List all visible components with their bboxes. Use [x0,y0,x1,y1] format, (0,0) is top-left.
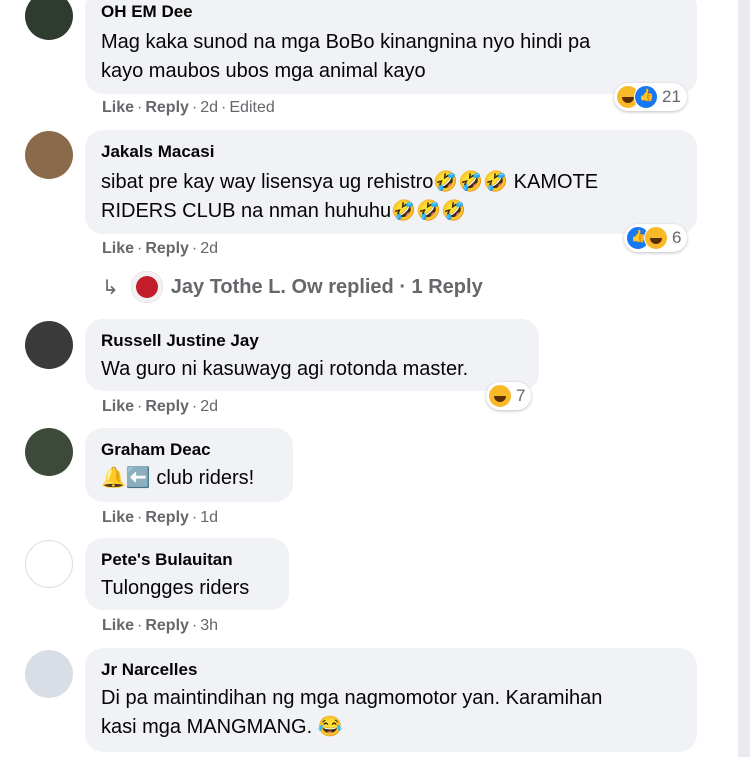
comment-actions: Like · Reply · 3h [102,617,219,634]
timestamp[interactable]: 1d [200,509,218,526]
avatar[interactable] [25,428,73,476]
avatar[interactable] [25,321,73,369]
reply-arrow-icon: ↳ [102,276,119,299]
avatar[interactable] [25,0,73,40]
timestamp[interactable]: 2d [200,398,218,415]
reply-link[interactable]: Reply [145,99,189,116]
avatar[interactable] [25,650,73,698]
like-link[interactable]: Like [102,99,134,116]
reaction-summary[interactable]: 7 [486,382,532,410]
comment-bubble: Pete's Bulauitan Tulongges riders [85,538,289,610]
reply-link[interactable]: Reply [145,240,189,257]
comment-actions: Like · Reply · 2d · Edited [102,99,275,116]
comment-text-line: RIDERS CLUB na nman huhuhu🤣🤣🤣 [101,200,466,222]
haha-icon [644,226,668,250]
commenter-name[interactable]: Jr Narcelles [101,660,681,680]
comment-actions: Like · Reply · 2d [102,398,219,415]
timestamp[interactable]: 2d [200,240,218,257]
comment-bubble: OH EM Dee Mag kaka sunod na mga BoBo kin… [85,0,697,94]
like-link[interactable]: Like [102,617,134,634]
reaction-count: 7 [516,386,526,405]
reply-link[interactable]: Reply [145,617,189,634]
reply-link[interactable]: Reply [145,398,189,415]
like-link[interactable]: Like [102,509,134,526]
replier-avatar [130,271,163,303]
scrollbar-track[interactable] [738,0,750,757]
like-icon [634,85,658,109]
comment-actions: Like · Reply · 1d [102,509,219,526]
view-replies-link[interactable]: ↳ Jay Tothe L. Ow replied · 1 Reply [102,271,483,303]
commenter-name[interactable]: Russell Justine Jay [101,331,523,351]
comment-text-line: Di pa maintindihan ng mga nagmomotor yan… [101,687,603,709]
comment-actions: Like · Reply · 2d [102,240,219,257]
edited-label: Edited [229,99,275,116]
commenter-name[interactable]: Jakals Macasi [101,142,681,162]
avatar[interactable] [25,131,73,179]
comment-bubble: Jakals Macasi sibat pre kay way lisensya… [85,130,697,234]
commenter-name[interactable]: OH EM Dee [101,2,681,22]
like-link[interactable]: Like [102,398,134,415]
comment-text-line: sibat pre kay way lisensya ug rehistro🤣🤣… [101,171,599,193]
comment-text-line: Mag kaka sunod na mga BoBo kinangnina ny… [101,31,591,53]
comment-text-line: Tulongges riders [101,577,250,599]
comment-text-line: kayo maubos ubos mga animal kayo [101,60,426,82]
commenter-name[interactable]: Graham Deac [101,440,277,460]
comment-text-line: 🔔⬅️ club riders! [101,467,255,489]
reaction-count: 6 [672,228,682,247]
reply-summary-text[interactable]: Jay Tothe L. Ow replied · 1 Reply [171,276,483,299]
timestamp[interactable]: 2d [200,99,218,116]
reaction-summary[interactable]: 21 [614,83,687,111]
comment-text-line: kasi mga MANGMANG. 😂 [101,716,343,738]
reaction-summary[interactable]: 6 [624,224,688,252]
commenter-name[interactable]: Pete's Bulauitan [101,550,273,570]
comment-bubble: Jr Narcelles Di pa maintindihan ng mga n… [85,648,697,752]
comment-text-line: Wa guro ni kasuwayg agi rotonda master. [101,358,469,380]
reply-link[interactable]: Reply [145,509,189,526]
reaction-count: 21 [662,87,681,106]
haha-icon [488,384,512,408]
like-link[interactable]: Like [102,240,134,257]
comment-bubble: Russell Justine Jay Wa guro ni kasuwayg … [85,319,539,391]
avatar[interactable] [25,540,73,588]
comment-bubble: Graham Deac 🔔⬅️ club riders! [85,428,293,502]
timestamp[interactable]: 3h [200,617,218,634]
